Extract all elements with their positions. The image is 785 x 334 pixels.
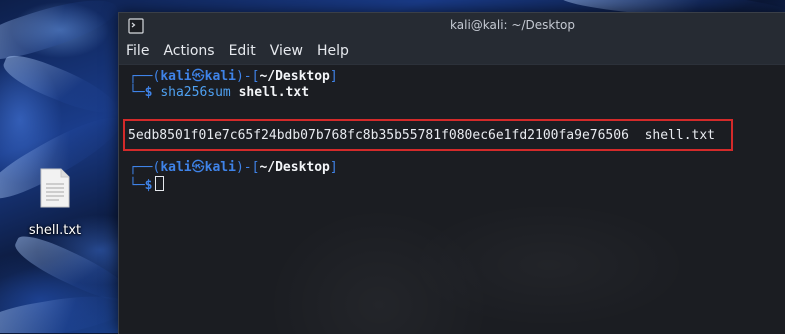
prompt-user: kali: [160, 160, 192, 175]
prompt-host: kali: [204, 69, 236, 84]
wallpaper-shape: [0, 48, 122, 122]
input-line[interactable]: └─$: [129, 176, 165, 194]
terminal-window[interactable]: kali@kali: ~/Desktop File Actions Edit V…: [118, 12, 785, 334]
prompt-bracket: ]: [329, 69, 338, 84]
prompt-dollar: $: [144, 85, 153, 100]
prompt-path: ~/Desktop: [259, 69, 330, 84]
prompt-corner: └─: [129, 85, 145, 100]
desktop-file-label: shell.txt: [28, 223, 82, 238]
menu-edit[interactable]: Edit: [229, 43, 256, 59]
command-name: sha256sum: [160, 85, 231, 100]
prompt-header: ┌──(kali㉿kali)-[~/Desktop]: [129, 160, 338, 176]
prompt-user: kali: [160, 69, 192, 84]
prompt-at-symbol: ㉿: [191, 69, 205, 84]
prompt-path: ~/Desktop: [259, 160, 330, 175]
command-line: └─$ sha256sum shell.txt: [129, 85, 309, 101]
desktop-file-shell-txt[interactable]: shell.txt: [22, 168, 88, 248]
menu-file[interactable]: File: [126, 43, 149, 59]
prompt-header: ┌──(kali㉿kali)-[~/Desktop]: [129, 69, 338, 85]
prompt-at-symbol: ㉿: [191, 160, 205, 175]
prompt-bracket: ┌──(: [129, 160, 161, 175]
menu-help[interactable]: Help: [317, 43, 349, 59]
prompt-bracket: ]: [329, 160, 338, 175]
command-argument: shell.txt: [238, 85, 310, 100]
menu-actions[interactable]: Actions: [163, 43, 214, 59]
hash-filename: shell.txt: [644, 128, 716, 143]
window-title: kali@kali: ~/Desktop: [450, 18, 575, 32]
menu-bar: File Actions Edit View Help: [119, 38, 785, 65]
text-cursor: [155, 176, 165, 191]
text-file-icon: [40, 168, 70, 208]
title-bar[interactable]: kali@kali: ~/Desktop: [119, 13, 785, 38]
terminal-output-area[interactable]: ┌──(kali㉿kali)-[~/Desktop] └─$ sha256sum…: [119, 65, 785, 334]
prompt-host: kali: [204, 160, 236, 175]
prompt-dollar: $: [144, 178, 153, 193]
hash-output: 5edb8501f01e7c65f24bdb07b768fc8b35b55781…: [128, 128, 715, 143]
prompt-corner: └─: [129, 178, 145, 193]
menu-view[interactable]: View: [270, 43, 303, 59]
sha256-hash: 5edb8501f01e7c65f24bdb07b768fc8b35b55781…: [128, 128, 629, 143]
prompt-bracket: )-[: [235, 160, 260, 175]
prompt-bracket: )-[: [235, 69, 260, 84]
prompt-bracket: ┌──(: [129, 69, 161, 84]
